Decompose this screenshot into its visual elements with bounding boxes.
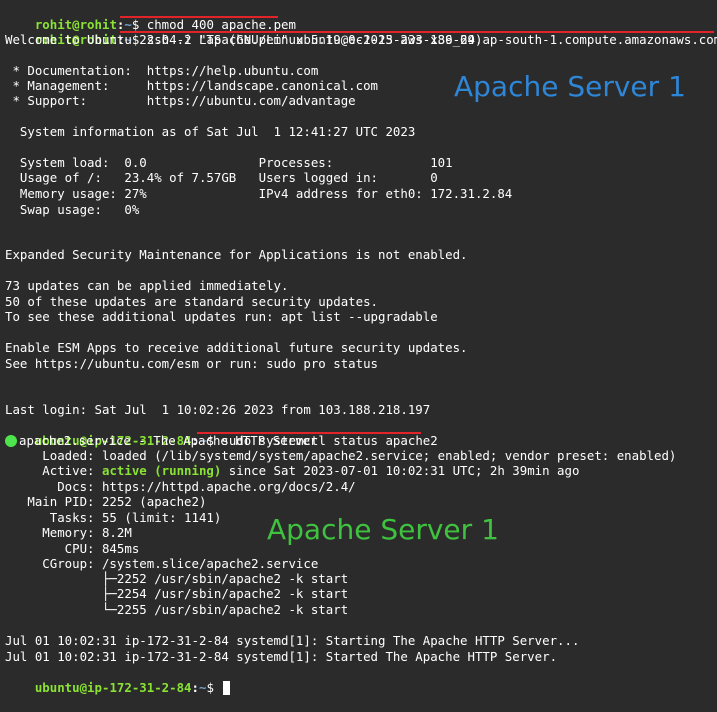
active-rest: since Sat 2023-07-01 10:02:31 UTC; 2h 39… xyxy=(221,463,580,478)
welcome-line: Welcome to Ubuntu 22.04.2 LTS (GNU/Linux… xyxy=(5,32,483,47)
management-line: * Management: https://landscape.canonica… xyxy=(5,78,378,93)
annotation-label-bottom: Apache Server 1 xyxy=(267,513,499,546)
esm-line: Expanded Security Maintenance for Applic… xyxy=(5,247,468,262)
service-memory-line: Memory: 8.2M xyxy=(5,525,132,540)
service-loaded-line: Loaded: loaded (/lib/systemd/system/apac… xyxy=(5,448,677,463)
service-cgroup-line: CGroup: /system.slice/apache2.service xyxy=(5,556,319,571)
annotation-label-top: Apache Server 1 xyxy=(454,70,686,103)
esm-apps-line: Enable ESM Apps to receive additional fu… xyxy=(5,340,468,355)
log-line: Jul 01 10:02:31 ip-172-31-2-84 systemd[1… xyxy=(5,633,580,648)
last-login-line: Last login: Sat Jul 1 10:02:26 2023 from… xyxy=(5,402,431,417)
updates-line: 50 of these updates are standard securit… xyxy=(5,294,378,309)
doc-line: * Documentation: https://help.ubuntu.com xyxy=(5,63,319,78)
service-title: apache2.service - The Apache HTTP Server xyxy=(19,433,318,448)
terminal-window[interactable]: rohit@rohit:~$ chmod 400 apache.pem rohi… xyxy=(0,0,717,695)
service-proc-line: └─2255 /usr/sbin/apache2 -k start xyxy=(5,602,349,617)
service-cpu-line: CPU: 845ms xyxy=(5,541,140,556)
prompt-line-1: rohit@rohit:~$ chmod 400 apache.pem xyxy=(5,1,296,32)
stats-line: Usage of /: 23.4% of 7.57GB Users logged… xyxy=(5,170,438,185)
service-pid-line: Main PID: 2252 (apache2) xyxy=(5,494,207,509)
service-proc-line: ├─2254 /usr/sbin/apache2 -k start xyxy=(5,586,349,601)
service-proc-line: ├─2252 /usr/sbin/apache2 -k start xyxy=(5,571,349,586)
sysinfo-line: System information as of Sat Jul 1 12:41… xyxy=(5,124,416,139)
prompt-dollar: $ xyxy=(206,680,222,695)
prompt-line-4[interactable]: ubuntu@ip-172-31-2-84:~$ xyxy=(5,664,231,695)
service-active-line: Active: active (running) since Sat 2023-… xyxy=(5,463,579,479)
updates-line: 73 updates can be applied immediately. xyxy=(5,278,289,293)
service-title-line: apache2.service - The Apache HTTP Server xyxy=(5,433,317,449)
stats-line: System load: 0.0 Processes: 101 xyxy=(5,155,453,170)
updates-line: To see these additional updates run: apt… xyxy=(5,309,438,324)
terminal-cursor xyxy=(223,681,231,695)
status-dot-icon xyxy=(5,435,17,447)
prompt-user: ubuntu@ip-172-31-2-84 xyxy=(34,680,192,695)
support-line: * Support: https://ubuntu.com/advantage xyxy=(5,93,356,108)
prompt-sep: : xyxy=(191,680,199,695)
prompt-line-3: ubuntu@ip-172-31-2-84:~$ sudo systemctl … xyxy=(5,417,438,448)
esm-apps-line: See https://ubuntu.com/esm or run: sudo … xyxy=(5,356,378,371)
service-docs-line: Docs: https://httpd.apache.org/docs/2.4/ xyxy=(5,479,356,494)
stats-line: Memory usage: 27% IPv4 address for eth0:… xyxy=(5,186,513,201)
service-tasks-line: Tasks: 55 (limit: 1141) xyxy=(5,510,222,525)
stats-line: Swap usage: 0% xyxy=(5,202,140,217)
log-line: Jul 01 10:02:31 ip-172-31-2-84 systemd[1… xyxy=(5,649,558,664)
prompt-line-2: rohit@rohit:~$ ssh -i "apache.pem" ubunt… xyxy=(5,16,717,47)
active-state: active (running) xyxy=(101,463,222,478)
active-label: Active: xyxy=(5,463,102,478)
